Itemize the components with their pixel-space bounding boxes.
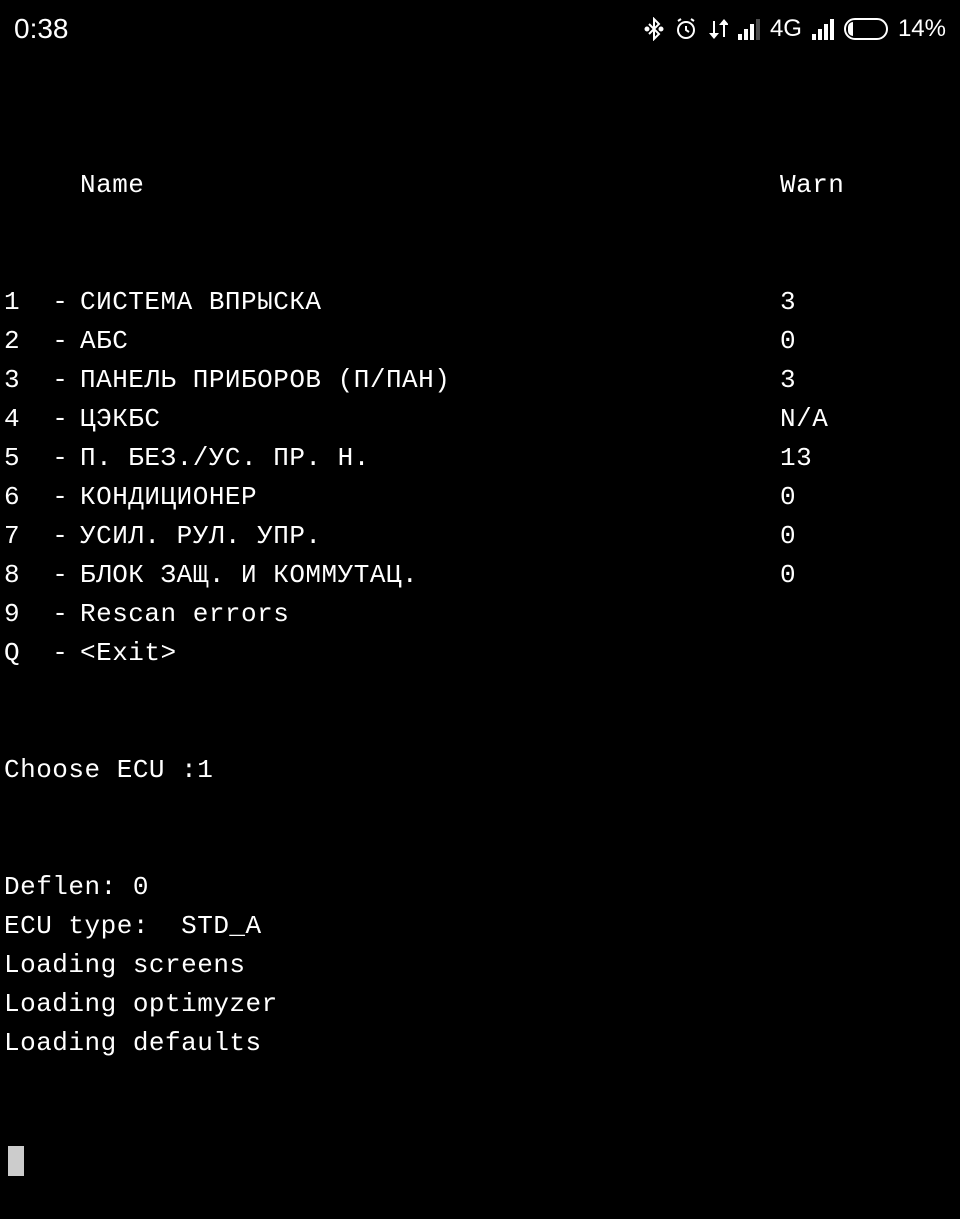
battery-icon — [844, 18, 888, 40]
item-name: УСИЛ. РУЛ. УПР. — [80, 517, 780, 556]
item-warn: 13 — [780, 439, 812, 478]
item-warn: 0 — [780, 322, 796, 361]
item-name: БЛОК ЗАЩ. И КОММУТАЦ. — [80, 556, 780, 595]
item-name: СИСТЕМА ВПРЫСКА — [80, 283, 780, 322]
bluetooth-icon — [644, 17, 664, 41]
item-key: 4 - — [0, 400, 80, 439]
prompt-input[interactable]: 1 — [197, 751, 213, 790]
item-key: 9 - — [0, 595, 80, 634]
menu-item[interactable]: 9 - Rescan errors — [0, 595, 960, 634]
item-key: 3 - — [0, 361, 80, 400]
item-name: <Exit> — [80, 634, 780, 673]
prompt-line[interactable]: Choose ECU :1 — [0, 751, 960, 790]
header-name: Name — [0, 166, 780, 205]
signal-icon-1 — [738, 19, 760, 40]
cursor-line[interactable] — [0, 1141, 960, 1180]
status-line: Loading screens — [0, 946, 960, 985]
status-line: Loading defaults — [0, 1024, 960, 1063]
menu-item[interactable]: 4 - ЦЭКБСN/A — [0, 400, 960, 439]
item-name: КОНДИЦИОНЕР — [80, 478, 780, 517]
item-key: 6 - — [0, 478, 80, 517]
cursor — [8, 1146, 24, 1176]
item-warn: N/A — [780, 400, 828, 439]
menu-item[interactable]: 8 - БЛОК ЗАЩ. И КОММУТАЦ.0 — [0, 556, 960, 595]
item-key: 7 - — [0, 517, 80, 556]
menu-item[interactable]: 3 - ПАНЕЛЬ ПРИБОРОВ (П/ПАН)3 — [0, 361, 960, 400]
status-line: ECU type: STD_A — [0, 907, 960, 946]
header-warn: Warn — [780, 166, 844, 205]
status-bar: 0:38 4G — [0, 0, 960, 58]
item-warn: 0 — [780, 517, 796, 556]
prompt-label: Choose ECU : — [4, 751, 197, 790]
item-warn: 3 — [780, 361, 796, 400]
menu-item[interactable]: 6 - КОНДИЦИОНЕР0 — [0, 478, 960, 517]
menu-item[interactable]: 2 - АБС0 — [0, 322, 960, 361]
item-name: Rescan errors — [80, 595, 780, 634]
data-transfer-icon — [708, 17, 728, 41]
signal-icon-2 — [812, 19, 834, 40]
status-line: Loading optimyzer — [0, 985, 960, 1024]
item-warn: 0 — [780, 478, 796, 517]
item-key: 5 - — [0, 439, 80, 478]
item-key: 1 - — [0, 283, 80, 322]
menu-item[interactable]: Q - <Exit> — [0, 634, 960, 673]
item-name: ЦЭКБС — [80, 400, 780, 439]
menu-item[interactable]: 1 - СИСТЕМА ВПРЫСКА3 — [0, 283, 960, 322]
item-key: 2 - — [0, 322, 80, 361]
item-name: П. БЕЗ./УС. ПР. Н. — [80, 439, 780, 478]
battery-fill — [848, 22, 853, 36]
item-warn: 0 — [780, 556, 796, 595]
item-key: 8 - — [0, 556, 80, 595]
item-name: АБС — [80, 322, 780, 361]
network-type-label: 4G — [770, 11, 802, 47]
status-icons: 4G 14% — [644, 11, 946, 47]
status-line: Deflen: 0 — [0, 868, 960, 907]
menu-item[interactable]: 5 - П. БЕЗ./УС. ПР. Н.13 — [0, 439, 960, 478]
menu-item[interactable]: 7 - УСИЛ. РУЛ. УПР.0 — [0, 517, 960, 556]
header-row: Name Warn — [0, 166, 960, 205]
battery-percent-label: 14% — [898, 11, 946, 47]
item-warn: 3 — [780, 283, 796, 322]
alarm-icon — [674, 17, 698, 41]
item-key: Q - — [0, 634, 80, 673]
status-time: 0:38 — [14, 8, 69, 50]
item-name: ПАНЕЛЬ ПРИБОРОВ (П/ПАН) — [80, 361, 780, 400]
terminal[interactable]: Name Warn 1 - СИСТЕМА ВПРЫСКА32 - АБС03 … — [0, 58, 960, 1219]
